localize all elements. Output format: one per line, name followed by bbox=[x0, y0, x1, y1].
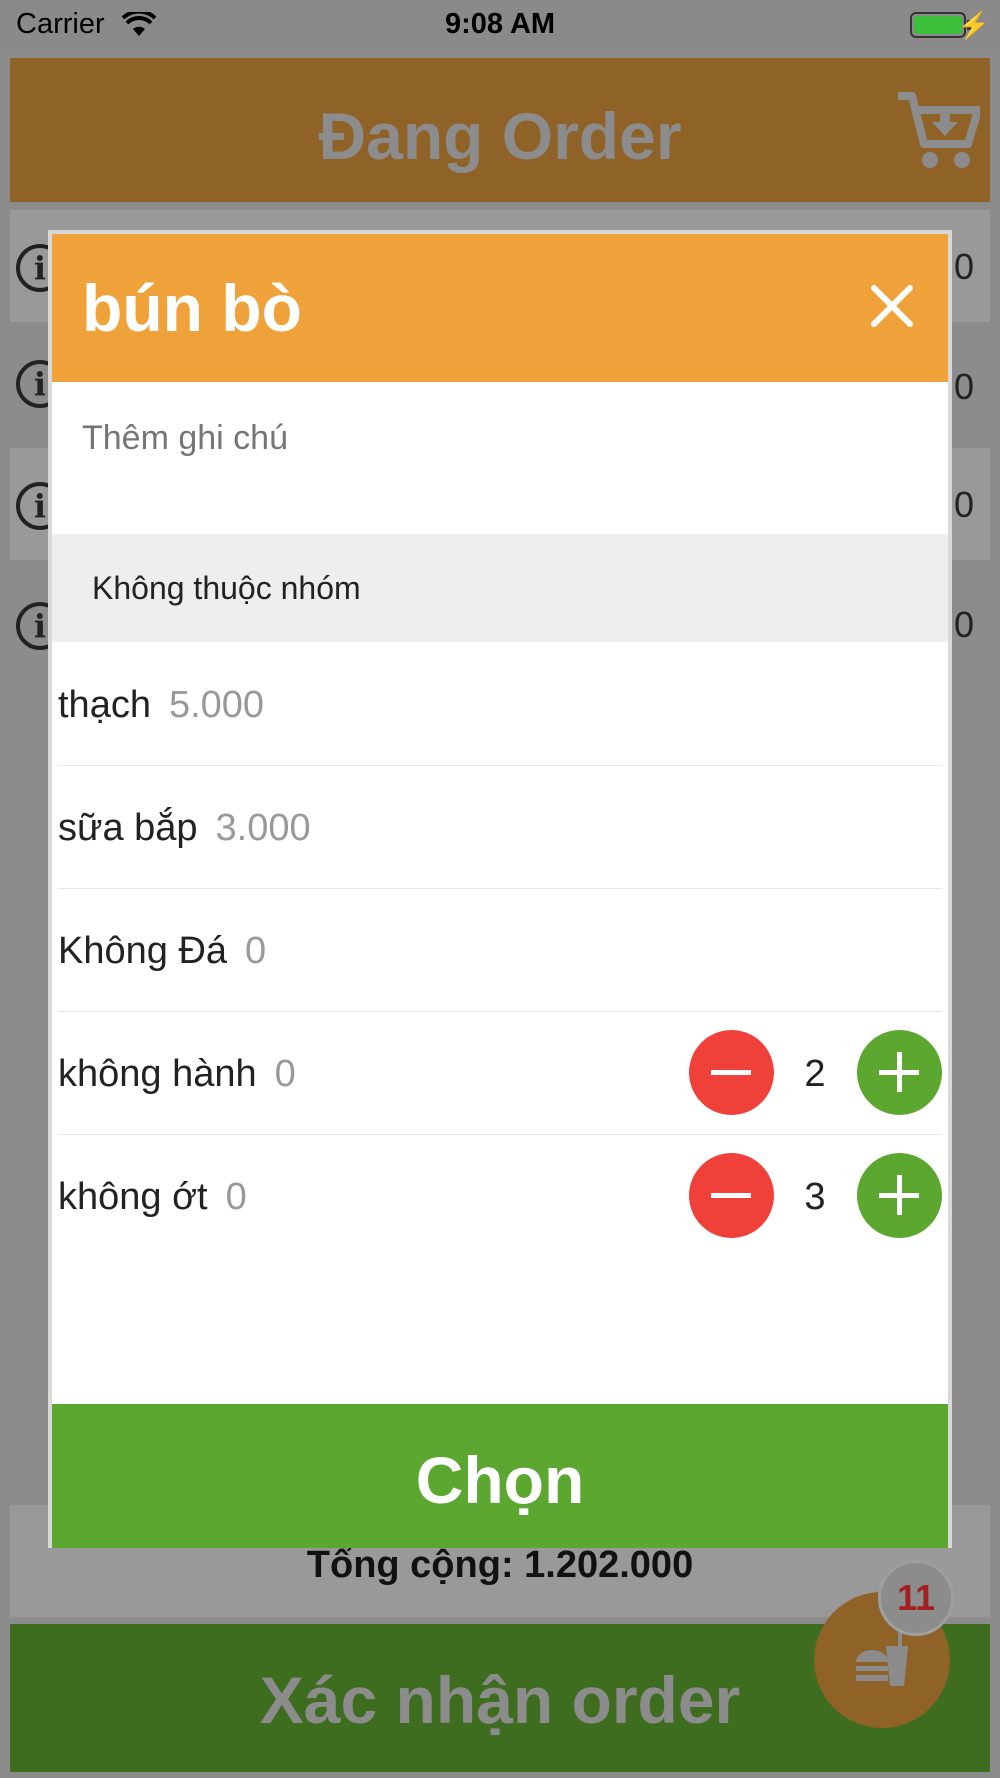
choose-button[interactable]: Chọn bbox=[52, 1404, 948, 1548]
total-amount: Tổng cộng: 1.202.000 bbox=[306, 1544, 694, 1586]
topping-name: thạch bbox=[58, 684, 151, 726]
topping-price: 0 bbox=[225, 1176, 247, 1218]
status-bar: Carrier 9:08 AM ⚡ bbox=[0, 0, 1000, 50]
modal-title: bún bò bbox=[82, 271, 302, 345]
topping-price: 5.000 bbox=[168, 684, 265, 726]
group-label: Không thuộc nhóm bbox=[92, 570, 361, 606]
topping-name: Không Đá bbox=[58, 930, 228, 972]
topping-row[interactable]: không ớt 0 3 bbox=[58, 1134, 942, 1257]
charging-bolt-icon: ⚡ bbox=[957, 10, 990, 40]
topping-name: không hành bbox=[58, 1053, 257, 1095]
topping-row[interactable]: thạch 5.000 bbox=[58, 642, 942, 766]
topping-row[interactable]: Không Đá 0 bbox=[58, 888, 942, 1012]
decrease-quantity-button[interactable] bbox=[689, 1030, 774, 1115]
modal-header: bún bò bbox=[52, 234, 948, 382]
quantity-value: 3 bbox=[804, 1176, 826, 1218]
increase-quantity-button[interactable] bbox=[857, 1030, 942, 1115]
group-header: Không thuộc nhóm bbox=[52, 534, 948, 642]
food-order-icon bbox=[856, 1632, 908, 1686]
row-price: 0 bbox=[953, 604, 974, 645]
note-input[interactable] bbox=[82, 408, 912, 468]
topping-price: 3.000 bbox=[215, 807, 311, 849]
topping-price: 0 bbox=[274, 1053, 296, 1095]
cart-count-badge: 11 bbox=[878, 1560, 954, 1636]
row-price: 0 bbox=[953, 246, 974, 287]
clock: 9:08 AM bbox=[444, 8, 556, 40]
app-header: Đang Order bbox=[10, 58, 990, 202]
quantity-value: 2 bbox=[804, 1053, 826, 1095]
page-title: Đang Order bbox=[318, 99, 682, 173]
close-icon[interactable] bbox=[866, 280, 918, 332]
topping-price: 0 bbox=[245, 930, 267, 972]
topping-row[interactable]: không hành 0 2 bbox=[58, 1011, 942, 1135]
topping-name: không ớt bbox=[58, 1176, 208, 1218]
topping-row[interactable]: sữa bắp 3.000 bbox=[58, 765, 942, 889]
row-price: 0 bbox=[953, 366, 974, 407]
increase-quantity-button[interactable] bbox=[857, 1153, 942, 1238]
decrease-quantity-button[interactable] bbox=[689, 1153, 774, 1238]
row-price: 0 bbox=[953, 484, 974, 525]
topping-modal: bún bò Không thuộc nhóm thạch 5.000 sữa b… bbox=[48, 230, 952, 1548]
topping-name: sữa bắp bbox=[58, 807, 198, 849]
cart-download-icon[interactable] bbox=[896, 88, 980, 172]
choose-label: Chọn bbox=[415, 1443, 585, 1517]
